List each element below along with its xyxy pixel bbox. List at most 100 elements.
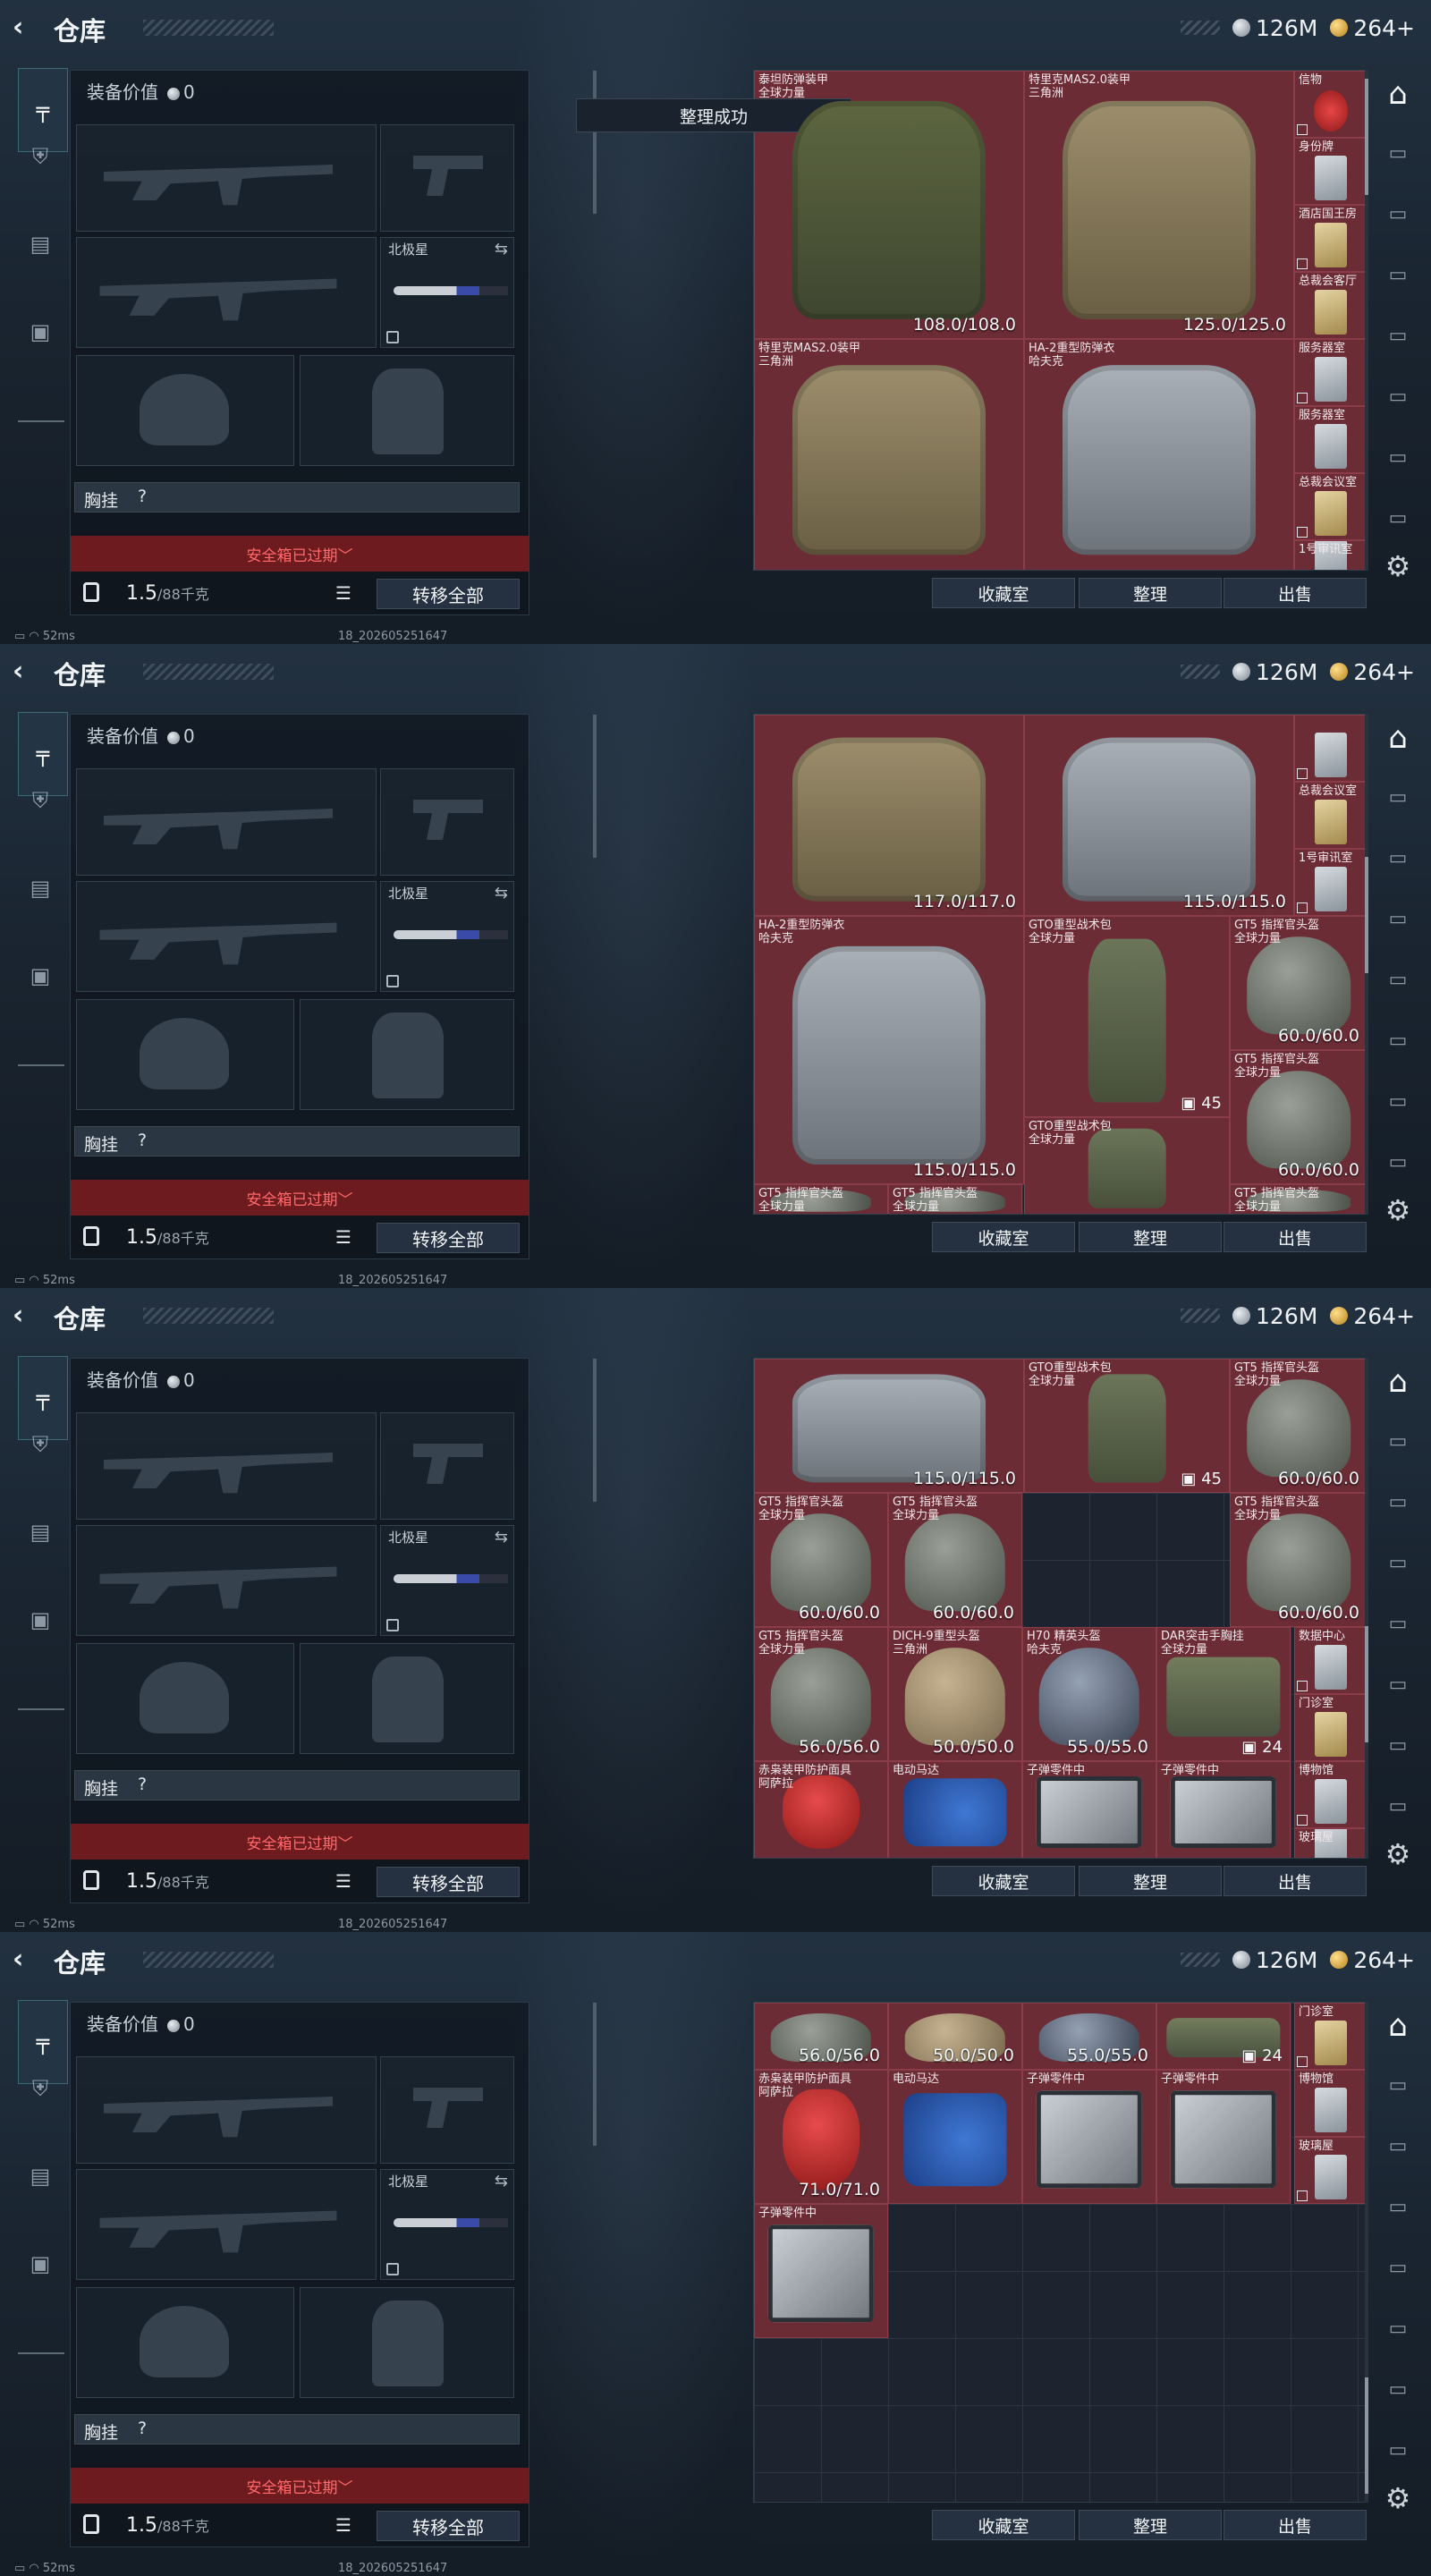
secondary-weapon-slot[interactable] [76, 1525, 377, 1636]
stash-page-icon[interactable]: ▭ [1379, 2191, 1417, 2222]
stash-page-icon[interactable]: ▭ [1379, 199, 1417, 229]
stash-item[interactable]: 服务器室 [1294, 339, 1366, 406]
stash-page-icon[interactable]: ▭ [1379, 1086, 1417, 1116]
stash-item[interactable]: 子弹零件中 [754, 2204, 888, 2338]
stash-scroll-thumb[interactable] [1365, 2377, 1368, 2494]
stash-page-icon[interactable]: ▭ [1379, 1147, 1417, 1177]
stash-page-icon[interactable]: ▭ [1379, 903, 1417, 934]
pistol-slot[interactable] [380, 768, 514, 876]
armor-slot[interactable] [300, 999, 514, 1110]
stash-item[interactable]: 1号审讯室 [1294, 540, 1366, 570]
stash-item[interactable]: 总裁会议室 [1294, 473, 1366, 540]
tab-armor[interactable]: ⛨ [20, 1424, 61, 1465]
helmet-slot[interactable] [76, 2287, 294, 2398]
helmet-slot[interactable] [76, 1643, 294, 1754]
stash-item[interactable]: GT5 指挥官头盔 全球力量 [1230, 1184, 1366, 1214]
collection-room-button[interactable]: 收藏室 [932, 578, 1075, 608]
stash-item[interactable] [1294, 715, 1366, 782]
safe-box-expired-bar[interactable]: 安全箱已过期 ﹀ [71, 536, 529, 572]
transfer-all-button[interactable]: 转移全部 [377, 579, 520, 609]
stash-item[interactable]: 特里克MAS2.0装甲 三角洲 [754, 339, 1024, 570]
tab-case[interactable]: ▣ [20, 2243, 61, 2284]
sell-button[interactable]: 出售 [1224, 578, 1367, 608]
tab-case[interactable]: ▣ [20, 955, 61, 996]
stash-item[interactable]: 1号审讯室 [1294, 849, 1366, 916]
transfer-all-button[interactable]: 转移全部 [377, 1223, 520, 1253]
stash-page-icon[interactable]: ▭ [1379, 843, 1417, 873]
stash-item[interactable]: HA-2重型防弹衣 哈夫克 115.0/115.0 [754, 916, 1024, 1184]
stash-page-icon[interactable]: ▭ [1379, 1669, 1417, 1699]
primary-weapon-slot[interactable] [76, 2056, 377, 2164]
stash-page-icon[interactable]: ▭ [1379, 1547, 1417, 1578]
stash-item[interactable]: GTO重型战术包 全球力量 ▣ 45 [1024, 916, 1230, 1117]
silver-currency[interactable]: 126M [1232, 659, 1317, 685]
stash-page-icon[interactable]: ▭ [1379, 2374, 1417, 2404]
transfer-all-button[interactable]: 转移全部 [377, 1867, 520, 1897]
stash-item[interactable]: HA-2重型防弹衣 哈夫克 [1024, 339, 1294, 570]
collection-room-button[interactable]: 收藏室 [932, 2510, 1075, 2540]
secondary-weapon-slot[interactable] [76, 881, 377, 992]
stash-item[interactable]: 117.0/117.0 [754, 715, 1024, 916]
sort-button[interactable]: 整理 [1079, 1222, 1222, 1252]
list-icon[interactable]: ☰ [335, 2514, 357, 2536]
stash-item[interactable]: 特里克MAS2.0装甲 三角洲 125.0/125.0 [1024, 71, 1294, 339]
stash-item[interactable]: 56.0/56.0 [754, 2003, 888, 2070]
collection-room-button[interactable]: 收藏室 [932, 1222, 1075, 1252]
armor-slot[interactable] [300, 355, 514, 466]
stash-item[interactable]: 博物馆 [1294, 1761, 1366, 1828]
tab-armor[interactable]: ⛨ [20, 780, 61, 821]
silver-currency[interactable]: 126M [1232, 1303, 1317, 1329]
gold-currency[interactable]: 264+ [1330, 1947, 1415, 1973]
sell-button[interactable]: 出售 [1224, 1866, 1367, 1896]
vault-home-icon[interactable]: ⌂ [1379, 1364, 1417, 1400]
stash-item[interactable]: 115.0/115.0 [1024, 715, 1294, 916]
stash-item[interactable]: 赤枭装甲防护面具 阿萨拉 [754, 1761, 888, 1858]
gear-icon[interactable]: ⚙ [1379, 1837, 1417, 1871]
silver-currency[interactable]: 126M [1232, 15, 1317, 41]
tab-backpack[interactable]: ▤ [20, 2156, 61, 2197]
stash-page-icon[interactable]: ▭ [1379, 2070, 1417, 2100]
stash-item[interactable]: 电动马达 [888, 1761, 1022, 1858]
stash-scrollbar[interactable] [1365, 1358, 1368, 1859]
stash-scrollbar[interactable] [1365, 2002, 1368, 2503]
vault-home-icon[interactable]: ⌂ [1379, 76, 1417, 112]
stash-page-icon[interactable]: ▭ [1379, 1426, 1417, 1456]
stash-item[interactable]: GT5 指挥官头盔 全球力量 60.0/60.0 [1230, 1493, 1366, 1627]
swap-icon[interactable]: ⇆ [495, 240, 508, 258]
chest-rig-slot[interactable]: 胸挂? [74, 1126, 520, 1157]
stash-page-icon[interactable]: ▭ [1379, 503, 1417, 533]
tab-backpack[interactable]: ▤ [20, 1512, 61, 1553]
stash-scroll-thumb[interactable] [1365, 1626, 1368, 1742]
armor-slot[interactable] [300, 2287, 514, 2398]
stash-item[interactable]: 数据中心 [1294, 1627, 1366, 1694]
stash-item[interactable]: GT5 指挥官头盔 全球力量 [888, 1184, 1022, 1214]
swap-icon[interactable]: ⇆ [495, 2172, 508, 2190]
stash-item[interactable]: GT5 指挥官头盔 全球力量 60.0/60.0 [1230, 1050, 1366, 1184]
stash-item[interactable]: GTO重型战术包 全球力量 ▣ 45 [1024, 1359, 1230, 1493]
vault-home-icon[interactable]: ⌂ [1379, 2008, 1417, 2044]
chest-rig-slot[interactable]: 胸挂? [74, 2414, 520, 2445]
list-icon[interactable]: ☰ [335, 582, 357, 604]
stash-page-icon[interactable]: ▭ [1379, 1608, 1417, 1639]
stash-item[interactable]: 门诊室 [1294, 2003, 1366, 2070]
sort-button[interactable]: 整理 [1079, 2510, 1222, 2540]
back-arrow-icon[interactable]: ‹ [13, 13, 39, 43]
gold-currency[interactable]: 264+ [1330, 1303, 1415, 1329]
equip-scrollbar[interactable] [593, 1359, 597, 1502]
stash-page-icon[interactable]: ▭ [1379, 381, 1417, 411]
stash-item[interactable]: 115.0/115.0 [754, 1359, 1024, 1493]
stash-item[interactable]: 总裁会议室 [1294, 782, 1366, 849]
tab-armor[interactable]: ⛨ [20, 2068, 61, 2109]
back-arrow-icon[interactable]: ‹ [13, 657, 39, 687]
stash-scroll-thumb[interactable] [1365, 857, 1368, 973]
back-arrow-icon[interactable]: ‹ [13, 1945, 39, 1975]
armor-slot[interactable] [300, 1643, 514, 1754]
gear-icon[interactable]: ⚙ [1379, 2481, 1417, 2515]
stash-item[interactable]: GT5 指挥官头盔 全球力量 60.0/60.0 [888, 1493, 1022, 1627]
stash-page-icon[interactable]: ▭ [1379, 1791, 1417, 1821]
stash-item[interactable]: DICH-9重型头盔 三角洲 50.0/50.0 [888, 1627, 1022, 1761]
stash-scrollbar[interactable] [1365, 70, 1368, 571]
primary-weapon-slot[interactable] [76, 768, 377, 876]
stash-item[interactable]: GT5 指挥官头盔 全球力量 60.0/60.0 [1230, 916, 1366, 1050]
list-icon[interactable]: ☰ [335, 1870, 357, 1892]
